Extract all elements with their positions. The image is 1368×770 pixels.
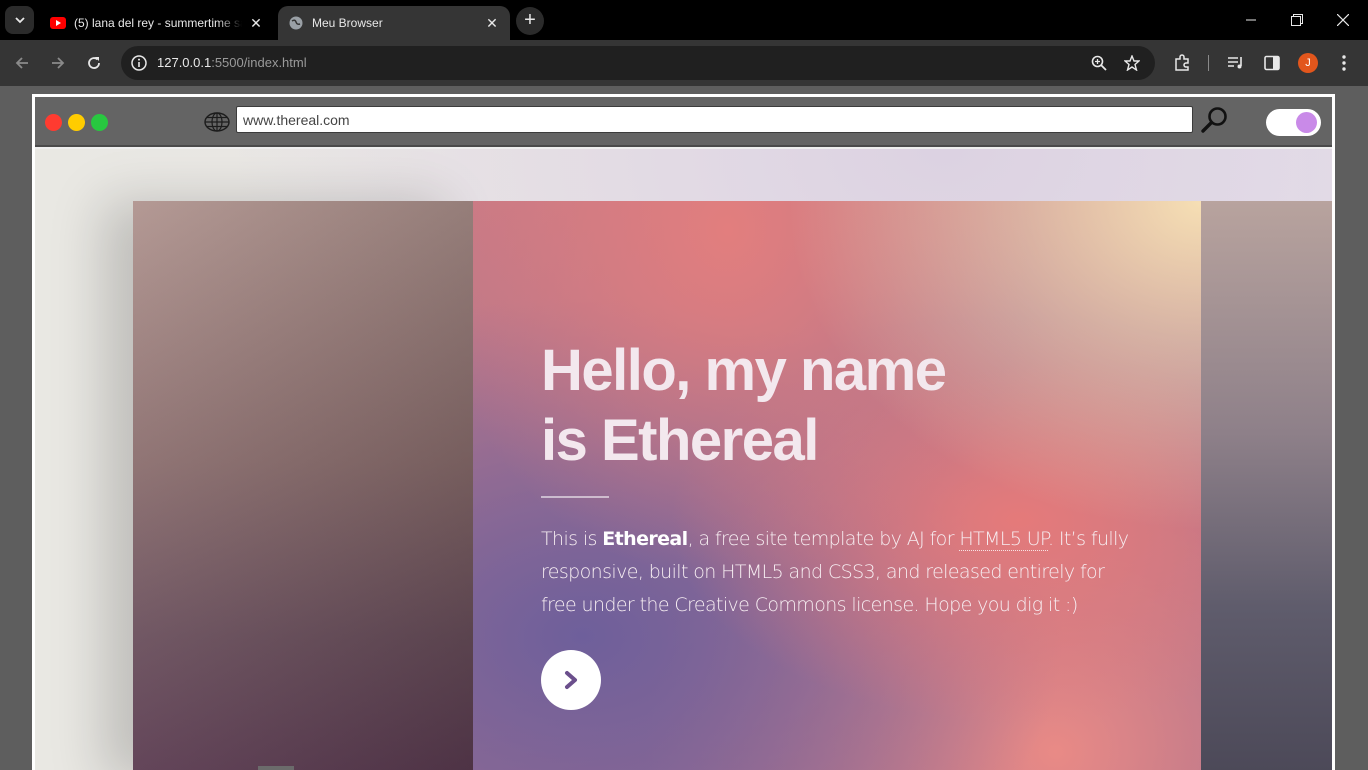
globe-icon bbox=[288, 15, 304, 31]
youtube-icon bbox=[50, 15, 66, 31]
new-tab-button[interactable]: + bbox=[516, 7, 544, 35]
tab-youtube[interactable]: (5) lana del rey - summertime sadness ✕ bbox=[40, 6, 274, 40]
close-window-button[interactable] bbox=[1320, 0, 1366, 40]
reload-button[interactable] bbox=[82, 51, 106, 75]
tab-meu-browser[interactable]: Meu Browser ✕ bbox=[278, 6, 510, 40]
next-button[interactable] bbox=[541, 650, 601, 710]
page-viewport: www.thereal.com Hello, my name is Ethere… bbox=[0, 86, 1368, 770]
right-panel bbox=[1201, 201, 1332, 770]
globe-icon bbox=[204, 112, 230, 132]
browser-toolbar: 127.0.0.1:5500/index.html J bbox=[0, 40, 1368, 86]
minimize-button[interactable] bbox=[1228, 0, 1274, 40]
profile-avatar[interactable]: J bbox=[1298, 53, 1318, 73]
minimize-dot[interactable] bbox=[68, 114, 85, 131]
close-tab-icon[interactable]: ✕ bbox=[248, 15, 264, 31]
hero-panel: Hello, my name is Ethereal This is Ether… bbox=[473, 201, 1201, 770]
tab-title: Meu Browser bbox=[312, 16, 383, 30]
tab-search-button[interactable] bbox=[5, 6, 34, 34]
close-dot[interactable] bbox=[45, 114, 62, 131]
toolbar-separator bbox=[1208, 55, 1209, 71]
tab-strip: (5) lana del rey - summertime sadness ✕ … bbox=[0, 0, 1368, 40]
hero-text-prefix: This is bbox=[541, 528, 603, 550]
hero-divider bbox=[541, 496, 609, 498]
search-icon[interactable] bbox=[1200, 105, 1230, 135]
minimize-icon bbox=[1246, 19, 1256, 21]
chevron-down-icon bbox=[14, 17, 25, 24]
restore-button[interactable] bbox=[1274, 0, 1320, 40]
address-url: 127.0.0.1:5500/index.html bbox=[157, 55, 307, 70]
mock-browser-bar: www.thereal.com bbox=[35, 97, 1332, 147]
bookmark-star-icon[interactable] bbox=[1120, 51, 1144, 75]
tab-title: (5) lana del rey - summertime sadness bbox=[74, 16, 242, 30]
hero-title-line2: is Ethereal bbox=[541, 408, 819, 473]
page-content: Hello, my name is Ethereal This is Ether… bbox=[35, 149, 1332, 770]
maximize-dot[interactable] bbox=[91, 114, 108, 131]
address-bar[interactable]: 127.0.0.1:5500/index.html bbox=[121, 46, 1155, 80]
close-tab-icon[interactable]: ✕ bbox=[484, 15, 500, 31]
html5up-link[interactable]: HTML5 UP bbox=[959, 528, 1049, 551]
horizontal-scrollbar[interactable] bbox=[258, 766, 294, 770]
mock-browser-window: www.thereal.com Hello, my name is Ethere… bbox=[32, 94, 1335, 770]
hero-description: This is Ethereal, a free site template b… bbox=[541, 523, 1141, 622]
close-icon bbox=[1337, 14, 1349, 26]
chevron-right-icon bbox=[565, 671, 577, 689]
hero-title-line1: Hello, my name bbox=[541, 338, 947, 403]
mock-url-input[interactable]: www.thereal.com bbox=[236, 106, 1193, 133]
theme-toggle[interactable] bbox=[1266, 109, 1321, 136]
hero-brand: Ethereal bbox=[602, 528, 688, 550]
url-host: 127.0.0.1 bbox=[157, 55, 212, 70]
arrow-right-icon bbox=[52, 57, 65, 69]
side-panel-icon[interactable] bbox=[1260, 51, 1284, 75]
reload-icon bbox=[88, 57, 100, 69]
toggle-knob bbox=[1296, 112, 1317, 133]
zoom-icon[interactable] bbox=[1087, 51, 1111, 75]
site-info-icon[interactable] bbox=[129, 53, 149, 73]
forward-button[interactable] bbox=[46, 51, 70, 75]
hero-text-mid: , a free site template by AJ for bbox=[687, 528, 960, 550]
hero-title: Hello, my name is Ethereal bbox=[541, 336, 1041, 476]
left-panel bbox=[133, 201, 473, 770]
arrow-left-icon bbox=[15, 57, 28, 69]
media-control-icon[interactable] bbox=[1224, 51, 1248, 75]
url-path: :5500/index.html bbox=[211, 55, 307, 70]
restore-icon bbox=[1291, 14, 1303, 26]
more-menu-icon[interactable] bbox=[1332, 51, 1356, 75]
back-button[interactable] bbox=[10, 51, 34, 75]
extensions-icon[interactable] bbox=[1170, 51, 1194, 75]
